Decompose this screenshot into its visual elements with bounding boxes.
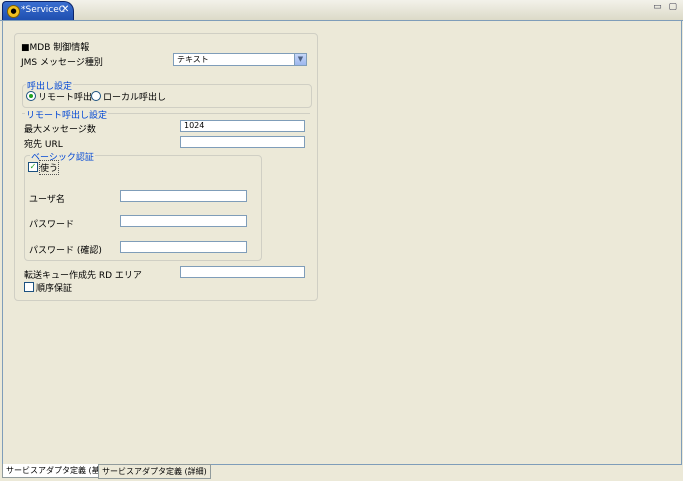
basic-auth-group: ベーシック認証 ✓ 使う ユーザ名 パスワード パスワード (確認) xyxy=(24,150,262,261)
editor-area: ■MDB 制御情報 JMS メッセージ種別 テキスト ▼ 呼出し設定 リモート呼… xyxy=(2,20,682,465)
call-setting-group: 呼出し設定 リモート呼出し ローカル呼出し xyxy=(22,79,312,108)
password-label: パスワード xyxy=(29,220,75,230)
use-auth-checkbox[interactable]: ✓ xyxy=(28,162,38,172)
user-name-input[interactable] xyxy=(120,190,247,202)
window-controls-icon[interactable]: ▭ ▢ xyxy=(653,2,679,12)
max-message-value: 1024 xyxy=(184,121,205,130)
mdb-section-title: ■MDB 制御情報 xyxy=(21,43,90,53)
password-confirm-label: パスワード (確認) xyxy=(29,246,102,256)
order-guarantee-label: 順序保証 xyxy=(36,284,73,294)
transfer-queue-input[interactable] xyxy=(180,266,305,278)
remote-setting-title: リモート呼出し設定 xyxy=(25,108,109,121)
close-icon[interactable]: ✕ xyxy=(61,4,69,15)
jms-type-select[interactable]: テキスト ▼ xyxy=(173,53,307,66)
service-icon: ● xyxy=(7,5,20,18)
max-message-label: 最大メッセージ数 xyxy=(24,125,96,135)
editor-tab-bar: ● *ServiceC ✕ ▭ ▢ xyxy=(0,0,683,21)
jms-type-label: JMS メッセージ種別 xyxy=(21,58,103,68)
jms-type-value: テキスト xyxy=(177,55,209,64)
order-guarantee-checkbox[interactable] xyxy=(24,282,34,292)
remote-call-radio[interactable] xyxy=(26,91,36,101)
editor-tab[interactable]: ● *ServiceC ✕ xyxy=(2,1,74,20)
password-confirm-input[interactable] xyxy=(120,241,247,253)
mdb-section: ■MDB 制御情報 JMS メッセージ種別 テキスト ▼ 呼出し設定 リモート呼… xyxy=(14,33,318,301)
dest-url-label: 宛先 URL xyxy=(24,140,63,150)
transfer-queue-label: 転送キュー作成先 RD エリア xyxy=(24,271,142,281)
tab-detail[interactable]: サービスアダプタ定義 (詳細) xyxy=(98,464,211,479)
editor-tab-title: *ServiceC xyxy=(21,5,66,15)
local-call-radio[interactable] xyxy=(91,91,101,101)
max-message-input[interactable]: 1024 xyxy=(180,120,305,132)
user-name-label: ユーザ名 xyxy=(29,195,65,205)
use-auth-label: 使う xyxy=(38,160,60,175)
local-call-label: ローカル呼出し xyxy=(103,93,167,103)
dest-url-input[interactable] xyxy=(180,136,305,148)
password-input[interactable] xyxy=(120,215,247,227)
chevron-down-icon[interactable]: ▼ xyxy=(294,54,306,65)
